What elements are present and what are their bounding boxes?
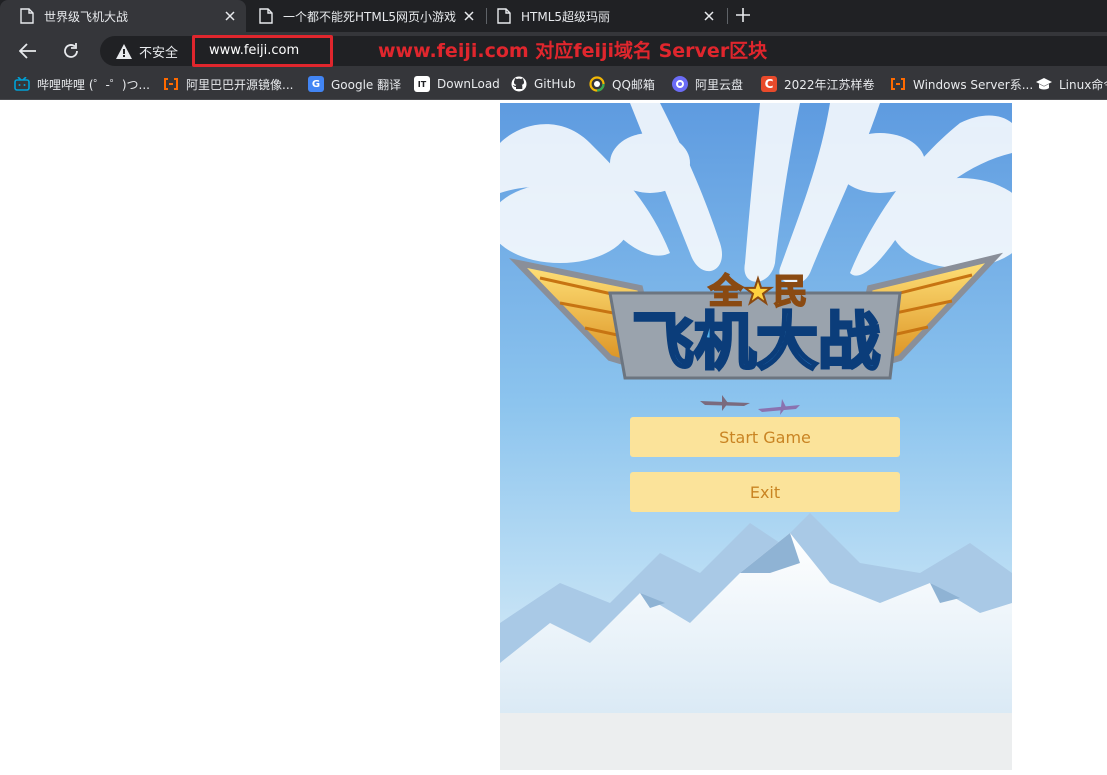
aliyun-icon [890, 76, 906, 92]
start-game-button[interactable]: Start Game [630, 417, 900, 457]
tab-mario[interactable]: HTML5超级玛丽 [487, 0, 725, 32]
bookmark-linux[interactable]: Linux命令 [1036, 69, 1107, 99]
bookmark-label: QQ邮箱 [612, 77, 655, 92]
github-icon [511, 76, 527, 92]
bookmark-google-translate[interactable]: G Google 翻译 [308, 69, 401, 99]
close-icon[interactable] [222, 8, 238, 24]
tab-separator [727, 8, 728, 24]
google-translate-icon: G [308, 76, 324, 92]
address-bar[interactable]: 不安全 www.feiji.com www.feiji.com 对应feiji域… [100, 35, 1107, 67]
bookmark-label: Google 翻译 [331, 77, 402, 92]
bookmark-label: 2022年江苏样卷 [784, 77, 875, 92]
bookmark-qqmail[interactable]: QQ邮箱 [589, 69, 655, 99]
tab-title: 一个都不能死HTML5网页小游戏 [283, 9, 457, 24]
logo-main: 飞机大战 [632, 305, 880, 378]
close-icon[interactable] [461, 8, 477, 24]
tab-title: HTML5超级玛丽 [521, 9, 611, 24]
bookmark-label: Linux命令 [1059, 77, 1107, 92]
c-icon: C [761, 76, 777, 92]
toolbar: 不安全 www.feiji.com www.feiji.com 对应feiji域… [0, 32, 1107, 69]
page-icon [259, 8, 273, 24]
arrow-left-icon [19, 43, 36, 59]
page-content: 全★民 飞机大战 Start Game Exit [0, 100, 1107, 775]
aliyun-drive-icon [672, 76, 688, 92]
warning-icon [116, 43, 132, 59]
security-indicator[interactable]: 不安全 [116, 36, 178, 66]
bookmark-download[interactable]: IT DownLoad [414, 69, 500, 99]
page-icon [20, 8, 34, 24]
tab-title: 世界级飞机大战 [44, 9, 129, 24]
download-icon: IT [414, 76, 430, 92]
bookmark-aliyun-drive[interactable]: 阿里云盘 [672, 69, 743, 99]
graduation-cap-icon [1036, 76, 1052, 92]
tab-yigedou[interactable]: 一个都不能死HTML5网页小游戏 [247, 0, 485, 32]
url-text[interactable]: www.feiji.com [209, 36, 299, 66]
back-button[interactable] [15, 38, 41, 64]
tab-feiji[interactable]: 世界级飞机大战 [0, 0, 246, 32]
plus-icon [736, 8, 750, 22]
bookmark-label: Windows Server系... [913, 77, 1034, 92]
bookmark-label: 阿里云盘 [695, 77, 744, 92]
bookmark-jiangsu[interactable]: C 2022年江苏样卷 [761, 69, 875, 99]
bookmark-label: DownLoad [437, 77, 500, 91]
security-label: 不安全 [139, 45, 179, 61]
annotation-text: www.feiji.com 对应feiji域名 Server区块 [378, 40, 768, 62]
close-icon[interactable] [701, 8, 717, 24]
bookmark-github[interactable]: GitHub [511, 69, 576, 99]
bilibili-icon [14, 76, 30, 92]
bookmark-label: 阿里巴巴开源镜像... [186, 77, 294, 92]
bookmark-label: GitHub [534, 77, 576, 91]
bookmark-label: 哔哩哔哩 (゜-゜)つ... [37, 77, 150, 92]
bookmark-aliyun-mirror[interactable]: 阿里巴巴开源镜像... [163, 69, 293, 99]
aliyun-icon [163, 76, 179, 92]
bookmark-bilibili[interactable]: 哔哩哔哩 (゜-゜)つ... [14, 69, 150, 99]
exit-button[interactable]: Exit [630, 472, 900, 512]
reload-button[interactable] [58, 38, 84, 64]
new-tab-button[interactable] [733, 5, 753, 25]
qq-mail-icon [589, 76, 605, 92]
page-icon [497, 8, 511, 24]
bookmarks-bar: 哔哩哔哩 (゜-゜)つ... 阿里巴巴开源镜像... G Google 翻译 I… [0, 69, 1107, 100]
bookmark-windows-server[interactable]: Windows Server系... [890, 69, 1033, 99]
reload-icon [64, 43, 78, 58]
tab-strip: 世界级飞机大战 一个都不能死HTML5网页小游戏 HTML5超级玛丽 [0, 0, 1107, 32]
game-canvas[interactable]: 全★民 飞机大战 Start Game Exit [500, 103, 1012, 770]
